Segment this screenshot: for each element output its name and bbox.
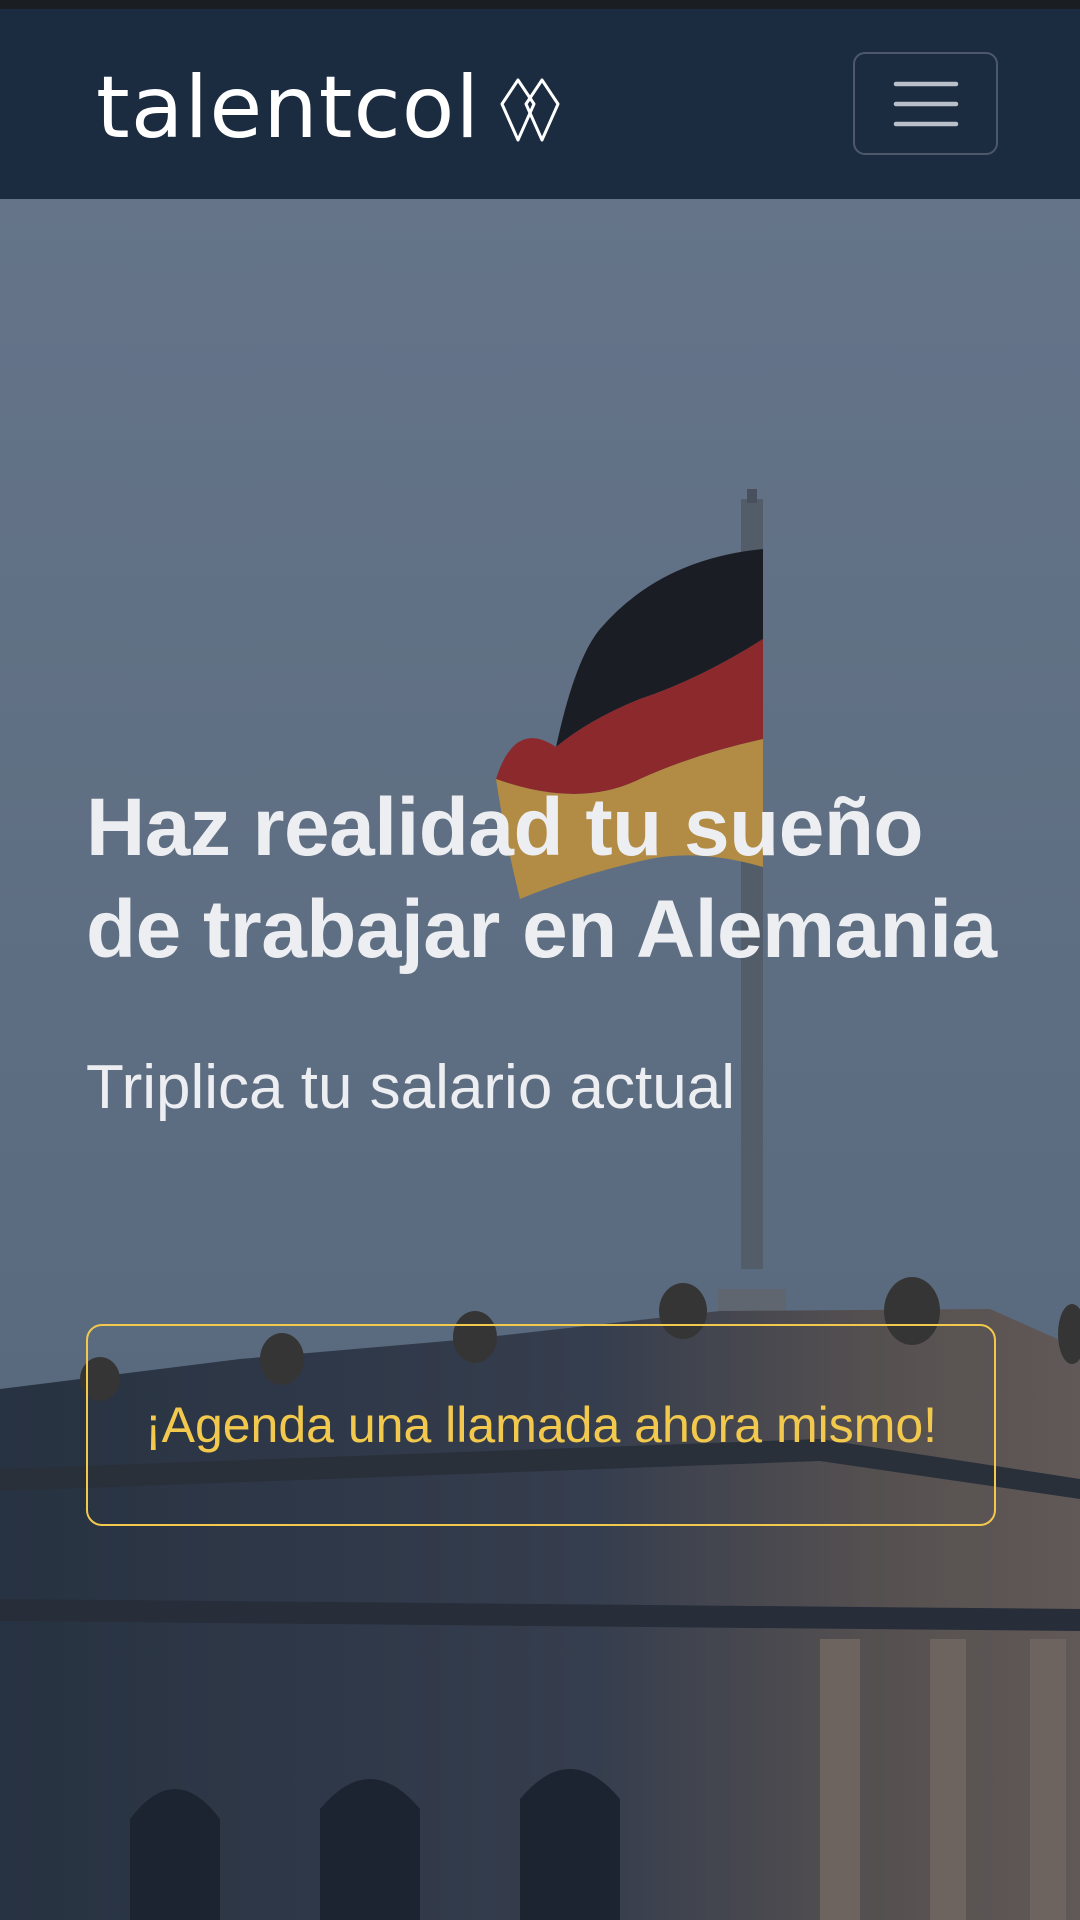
diamond-logo-icon [500,78,560,142]
brand-logo-link[interactable]: talentcol [96,53,566,163]
hero-title: Haz realidad tu sueño de trabajar en Ale… [86,782,997,975]
hamburger-menu-icon [893,81,958,126]
top-strip [0,0,1080,9]
menu-toggle-button[interactable] [853,52,998,155]
hero-subtitle: Triplica tu salario actual [86,1053,735,1122]
brand-name: talentcol [96,58,481,158]
hero-section: Haz realidad tu sueño de trabajar en Ale… [0,199,1080,1920]
schedule-call-button[interactable]: ¡Agenda una llamada ahora mismo! [86,1324,996,1526]
navbar: talentcol [0,9,1080,199]
